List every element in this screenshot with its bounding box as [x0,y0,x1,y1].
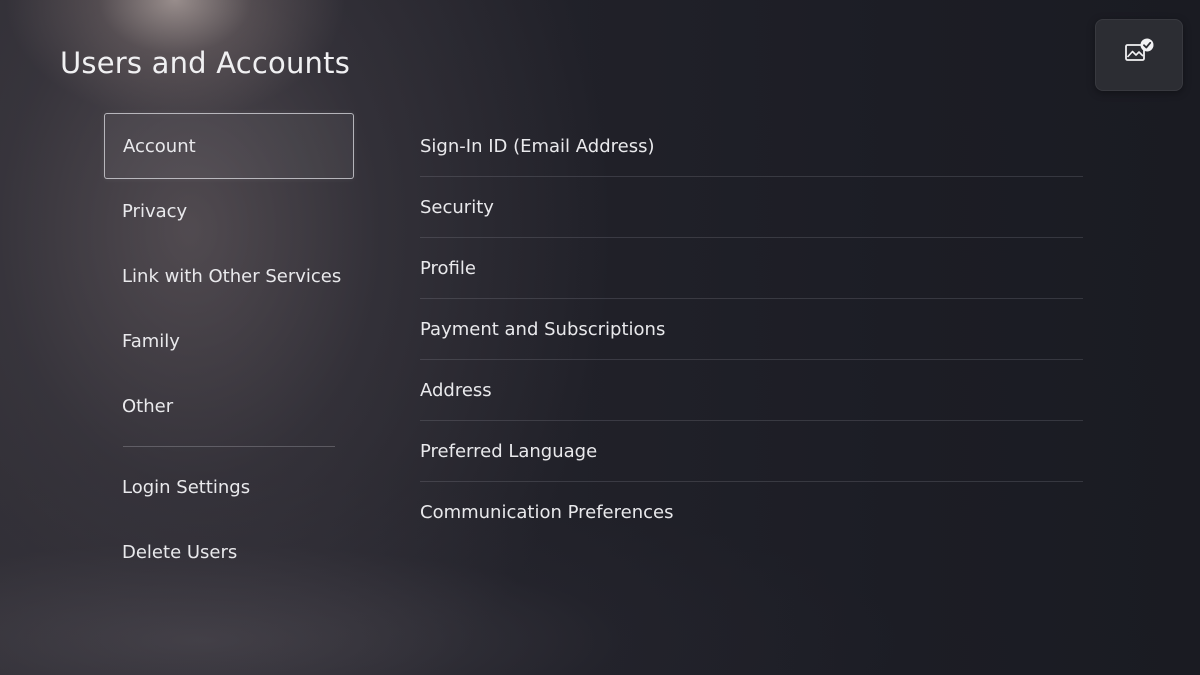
list-item-preferred-language[interactable]: Preferred Language [420,421,1083,482]
list-item-communication-preferences[interactable]: Communication Preferences [420,482,1083,543]
side-item-other[interactable]: Other [104,373,354,439]
side-item-account[interactable]: Account [104,113,354,179]
side-item-label: Other [122,395,174,417]
list-item-label: Sign-In ID (Email Address) [420,135,655,157]
capture-notification-button[interactable] [1095,19,1183,91]
list-item-payment-and-subscriptions[interactable]: Payment and Subscriptions [420,299,1083,360]
side-item-label: Family [122,330,180,352]
side-item-label: Login Settings [122,476,251,498]
list-item-label: Address [420,379,492,401]
list-item-label: Communication Preferences [420,502,674,523]
side-item-label: Link with Other Services [122,265,342,287]
page-title: Users and Accounts [60,46,351,80]
side-item-link-with-other-services[interactable]: Link with Other Services [104,243,354,309]
image-check-icon [1125,38,1154,61]
side-item-label: Delete Users [122,541,238,563]
side-item-label: Account [123,135,196,157]
list-item-label: Preferred Language [420,440,598,462]
side-item-privacy[interactable]: Privacy [104,178,354,244]
list-item-label: Security [420,196,494,218]
list-item-security[interactable]: Security [420,177,1083,238]
side-item-login-settings[interactable]: Login Settings [104,454,354,520]
list-item-profile[interactable]: Profile [420,238,1083,299]
side-menu-divider [123,446,335,447]
side-item-label: Privacy [122,200,188,222]
side-item-family[interactable]: Family [104,308,354,374]
list-item-address[interactable]: Address [420,360,1083,421]
list-item-label: Payment and Subscriptions [420,318,666,340]
list-item-label: Profile [420,257,476,279]
side-item-delete-users[interactable]: Delete Users [104,519,354,585]
list-item-sign-in-id[interactable]: Sign-In ID (Email Address) [420,116,1083,177]
